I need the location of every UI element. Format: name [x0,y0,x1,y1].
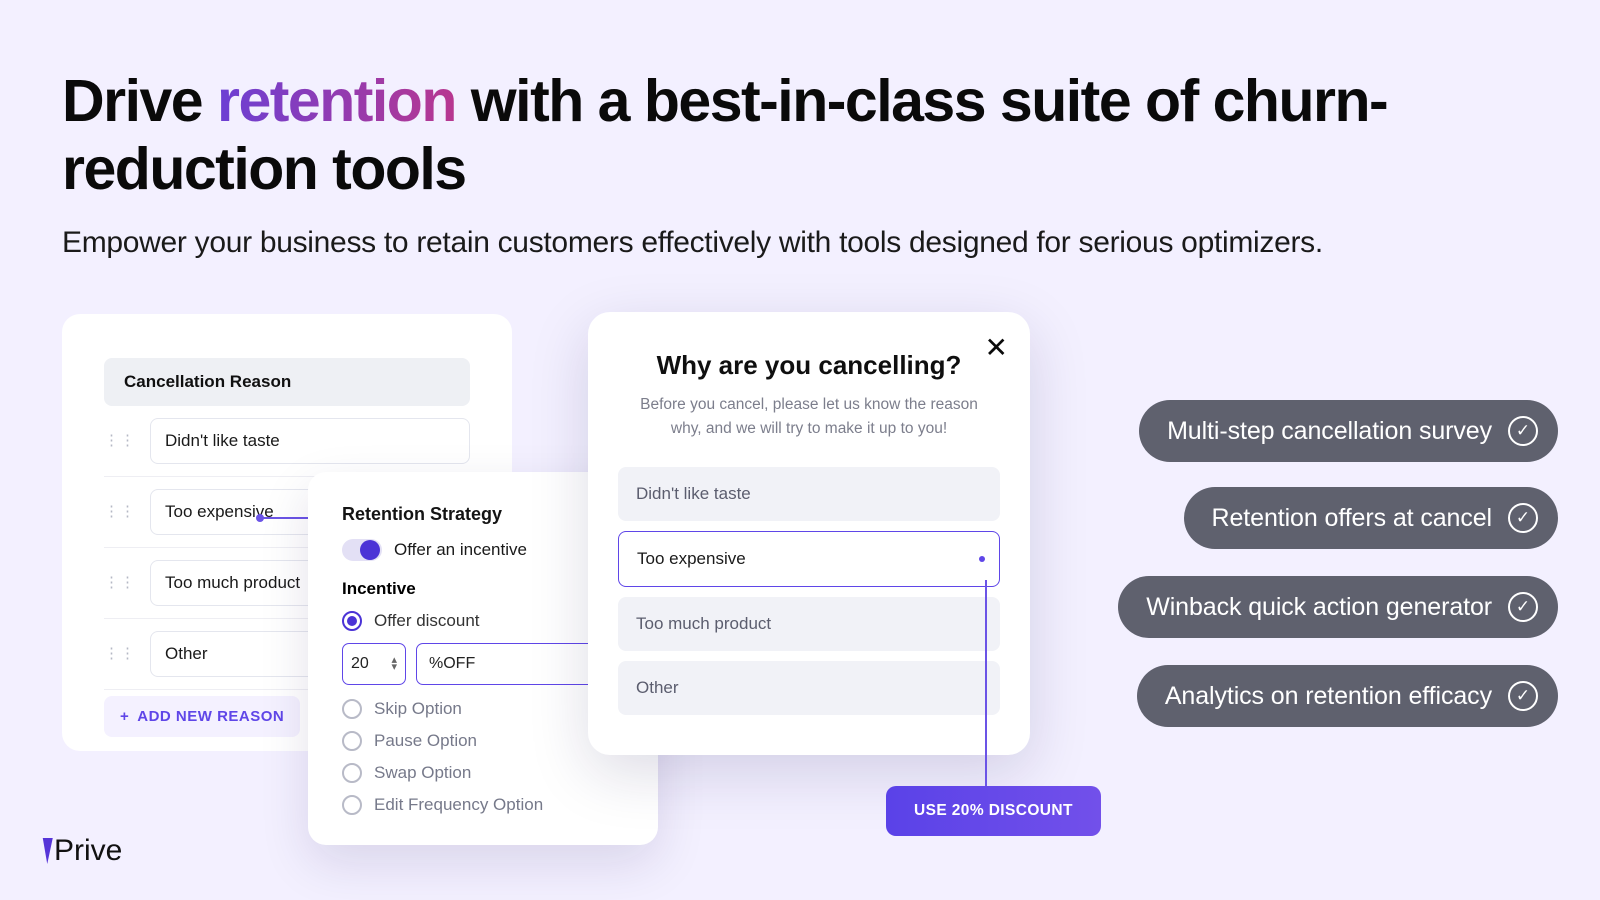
reason-input[interactable]: Too much product [150,560,330,606]
retention-strategy-title: Retention Strategy [342,504,624,525]
radio-label: Offer discount [374,611,480,631]
offer-incentive-row: Offer an incentive [342,539,624,561]
radio-label: Pause Option [374,731,477,751]
offer-incentive-label: Offer an incentive [394,540,527,560]
radio-icon [342,731,362,751]
drag-handle-icon[interactable]: ⋮⋮ [104,510,136,514]
reason-input[interactable]: Other [150,631,330,677]
check-circle-icon: ✓ [1508,416,1538,446]
cancel-option[interactable]: Too much product [618,597,1000,651]
check-circle-icon: ✓ [1508,681,1538,711]
drag-handle-icon[interactable]: ⋮⋮ [104,652,136,656]
radio-icon [342,795,362,815]
page-subtitle: Empower your business to retain customer… [62,226,1323,260]
incentive-option-pause[interactable]: Pause Option [342,731,624,751]
radio-label: Swap Option [374,763,471,783]
incentive-option-frequency[interactable]: Edit Frequency Option [342,795,624,815]
cancellation-reason-header: Cancellation Reason [104,358,470,406]
logo-text: Prive [54,834,122,868]
use-discount-button[interactable]: USE 20% DISCOUNT [886,786,1101,836]
incentive-option-skip[interactable]: Skip Option [342,699,624,719]
heading-accent: retention [217,68,456,134]
check-circle-icon: ✓ [1508,503,1538,533]
incentive-option-swap[interactable]: Swap Option [342,763,624,783]
incentive-section-label: Incentive [342,579,624,599]
cancel-survey-modal: ✕ Why are you cancelling? Before you can… [588,312,1030,755]
pill-label: Analytics on retention efficacy [1165,682,1492,711]
modal-title: Why are you cancelling? [618,350,1000,381]
cancel-option[interactable]: Other [618,661,1000,715]
radio-icon [342,611,362,631]
add-reason-button[interactable]: + ADD NEW REASON [104,696,300,737]
page-title: Drive retention with a best-in-class sui… [62,68,1532,204]
connector-line [985,580,987,788]
radio-label: Edit Frequency Option [374,795,543,815]
feature-pill-survey: Multi-step cancellation survey ✓ [1139,400,1558,462]
pill-label: Winback quick action generator [1146,593,1492,622]
plus-icon: + [120,708,129,725]
add-reason-label: ADD NEW REASON [137,708,284,725]
offer-incentive-toggle[interactable] [342,539,382,561]
pill-label: Retention offers at cancel [1212,504,1492,533]
cancel-option-selected[interactable]: Too expensive [618,531,1000,587]
reason-input[interactable]: Didn't like taste [150,418,470,464]
reason-input[interactable]: Too expensive [150,489,330,535]
incentive-option-discount[interactable]: Offer discount [342,611,624,631]
discount-input-row: 20 ▴▾ %OFF ⌄ [342,643,624,685]
radio-icon [342,699,362,719]
reason-row: ⋮⋮ Didn't like taste [104,406,470,477]
drag-handle-icon[interactable]: ⋮⋮ [104,581,136,585]
stepper-arrows-icon[interactable]: ▴▾ [391,657,397,671]
close-icon[interactable]: ✕ [985,334,1008,362]
pill-label: Multi-step cancellation survey [1167,417,1492,446]
prive-logo: Prive [40,834,122,868]
modal-subtitle: Before you cancel, please let us know th… [618,393,1000,441]
feature-pill-offers: Retention offers at cancel ✓ [1184,487,1558,549]
discount-amount-input[interactable]: 20 ▴▾ [342,643,406,685]
radio-icon [342,763,362,783]
feature-pill-winback: Winback quick action generator ✓ [1118,576,1558,638]
feature-pill-analytics: Analytics on retention efficacy ✓ [1137,665,1558,727]
logo-mark-icon [37,838,53,864]
drag-handle-icon[interactable]: ⋮⋮ [104,439,136,443]
discount-unit-value: %OFF [429,655,475,673]
cancel-option[interactable]: Didn't like taste [618,467,1000,521]
discount-amount-value: 20 [351,655,369,673]
heading-before: Drive [62,68,217,134]
radio-label: Skip Option [374,699,462,719]
check-circle-icon: ✓ [1508,592,1538,622]
